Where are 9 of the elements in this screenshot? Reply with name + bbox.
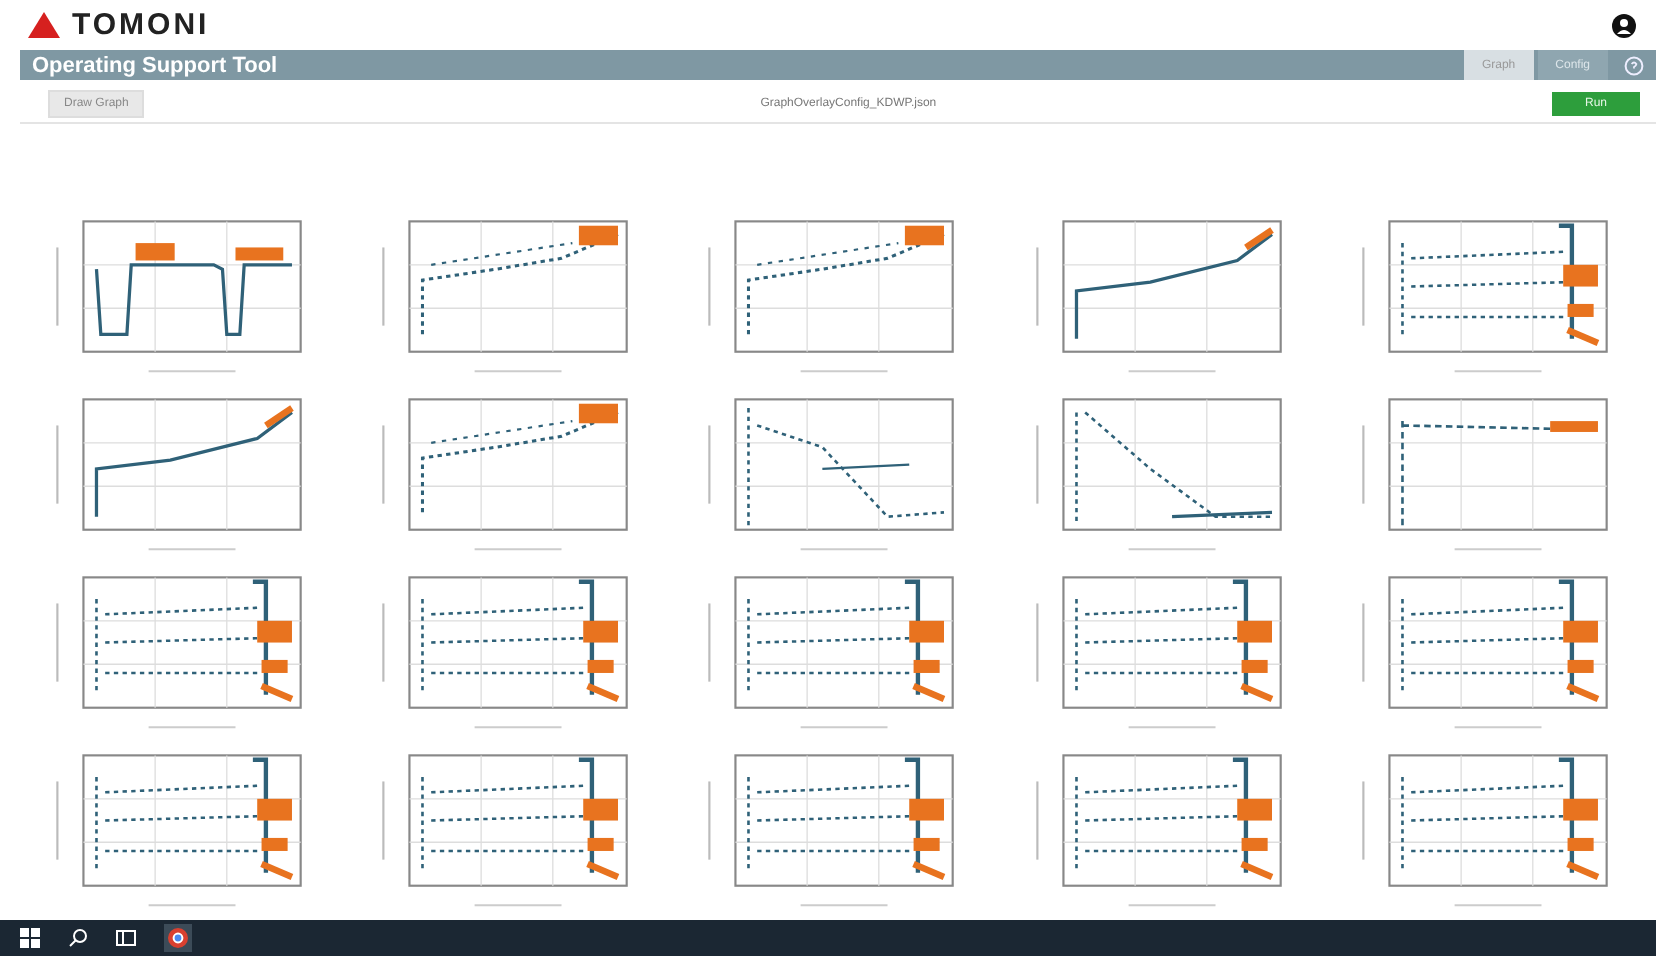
- app-title: Operating Support Tool: [30, 53, 278, 78]
- windows-start-icon[interactable]: [20, 927, 40, 948]
- help-icon[interactable]: [1624, 55, 1644, 76]
- task-view-icon[interactable]: [116, 929, 136, 946]
- browser-icon[interactable]: [164, 923, 192, 952]
- logo-text: TOMONI: [72, 8, 210, 43]
- user-icon[interactable]: [1612, 13, 1636, 38]
- logo-triangle-icon: [28, 12, 60, 39]
- search-icon[interactable]: [68, 927, 88, 948]
